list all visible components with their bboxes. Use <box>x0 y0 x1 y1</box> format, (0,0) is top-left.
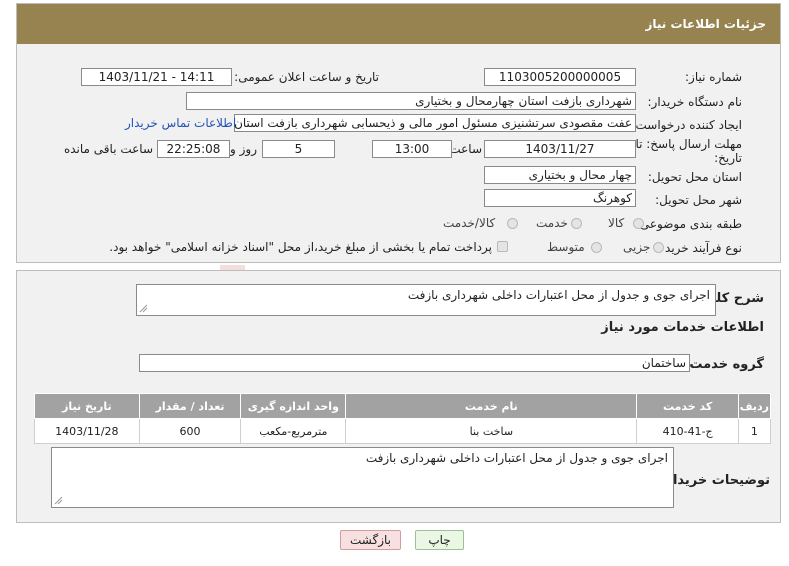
buyer-org-label: نام دستگاه خریدار: <box>647 95 743 109</box>
category-option-goods-service: کالا/خدمت <box>443 216 496 230</box>
category-label: طبقه بندی موضوعی: <box>635 217 742 231</box>
category-radio-goods[interactable] <box>633 218 644 229</box>
process-radio-medium[interactable] <box>591 242 602 253</box>
category-option-goods: کالا <box>608 216 625 230</box>
col-service-name: نام خدمت <box>345 393 638 419</box>
remaining-label: ساعت باقی مانده <box>63 142 153 156</box>
category-option-service: خدمت <box>536 216 568 230</box>
announce-field[interactable]: 1403/11/21 - 14:11 <box>81 68 232 86</box>
resize-grip-icon[interactable] <box>139 304 148 313</box>
days-label: روز و <box>230 142 257 156</box>
col-unit: واحد اندازه گیری <box>240 393 347 419</box>
print-button[interactable]: چاپ <box>415 530 464 550</box>
service-group-label: گروه خدمت: <box>684 357 764 372</box>
city-field[interactable]: کوهرنگ <box>484 189 636 207</box>
province-field[interactable]: چهار محال و بختیاری <box>484 166 636 184</box>
col-service-code: کد خدمت <box>636 393 739 419</box>
deadline-time-field[interactable]: 13:00 <box>372 140 452 158</box>
requester-label: ایجاد کننده درخواست: <box>631 118 742 132</box>
service-group-field[interactable]: ساختمان <box>139 354 690 372</box>
panel-header: جزئیات اطلاعات نیاز <box>17 4 780 44</box>
requester-field[interactable]: عفت مقصودی سرتشنیزی مسئول امور مالی و ذی… <box>234 114 636 132</box>
cell-service-name: ساخت بنا <box>345 418 638 444</box>
cell-row-number: 1 <box>737 418 772 444</box>
need-number-label: شماره نیاز: <box>685 70 742 84</box>
deadline-label: مهلت ارسال پاسخ: تا <box>635 137 742 151</box>
cell-quantity: 600 <box>138 418 242 444</box>
announce-label: تاریخ و ساعت اعلان عمومی: <box>234 70 379 84</box>
services-table: ردیف کد خدمت نام خدمت واحد اندازه گیری ت… <box>34 393 772 444</box>
page-title: جزئیات اطلاعات نیاز <box>645 17 766 31</box>
process-label: نوع فرآیند خرید : <box>657 241 742 255</box>
col-quantity: تعداد / مقدار <box>138 393 242 419</box>
cell-unit: مترمربع-مکعب <box>240 418 347 444</box>
summary-text: اجرای جوی و جدول از محل اعتبارات داخلی ش… <box>407 288 710 302</box>
deadline-date-label: تاریخ: <box>714 151 742 165</box>
city-label: شهر محل تحویل: <box>655 193 742 207</box>
buyer-notes-text: اجرای جوی و جدول از محل اعتبارات داخلی ش… <box>365 451 668 465</box>
treasury-payment-note: پرداخت تمام یا بخشی از مبلغ خرید،از محل … <box>109 240 492 254</box>
buyer-org-field[interactable]: شهرداری بازفت استان چهارمحال و بختیاری <box>186 92 636 110</box>
need-number-field[interactable]: 1103005200000005 <box>484 68 636 86</box>
category-radio-service[interactable] <box>571 218 582 229</box>
buyer-notes-label: توضیحات خریدار: <box>660 473 770 488</box>
remaining-time-field[interactable]: 22:25:08 <box>157 140 230 158</box>
table-row[interactable]: 1 ج-41-410 ساخت بنا مترمربع-مکعب 600 140… <box>34 418 772 444</box>
days-field[interactable]: 5 <box>262 140 335 158</box>
buyer-notes-textarea[interactable]: اجرای جوی و جدول از محل اعتبارات داخلی ش… <box>51 447 674 508</box>
province-label: استان محل تحویل: <box>647 170 742 184</box>
process-radio-minor[interactable] <box>653 242 664 253</box>
back-button[interactable]: بازگشت <box>340 530 401 550</box>
table-header-row: ردیف کد خدمت نام خدمت واحد اندازه گیری ت… <box>34 393 772 419</box>
process-option-minor: جزیی <box>623 240 651 254</box>
col-row-number: ردیف <box>737 393 772 419</box>
deadline-date-field[interactable]: 1403/11/27 <box>484 140 636 158</box>
treasury-payment-checkbox[interactable] <box>497 241 508 252</box>
col-need-date: تاریخ نیاز <box>34 393 140 419</box>
buyer-contact-link[interactable]: اطلاعات تماس خریدار <box>125 116 236 130</box>
services-section-title: اطلاعات خدمات مورد نیاز <box>601 320 764 335</box>
resize-grip-icon[interactable] <box>54 496 63 505</box>
category-radio-goods-service[interactable] <box>507 218 518 229</box>
summary-textarea[interactable]: اجرای جوی و جدول از محل اعتبارات داخلی ش… <box>136 284 716 316</box>
cell-service-code: ج-41-410 <box>636 418 739 444</box>
process-option-medium: متوسط <box>547 240 585 254</box>
cell-need-date: 1403/11/28 <box>34 418 140 444</box>
deadline-time-label: ساعت <box>449 142 482 156</box>
